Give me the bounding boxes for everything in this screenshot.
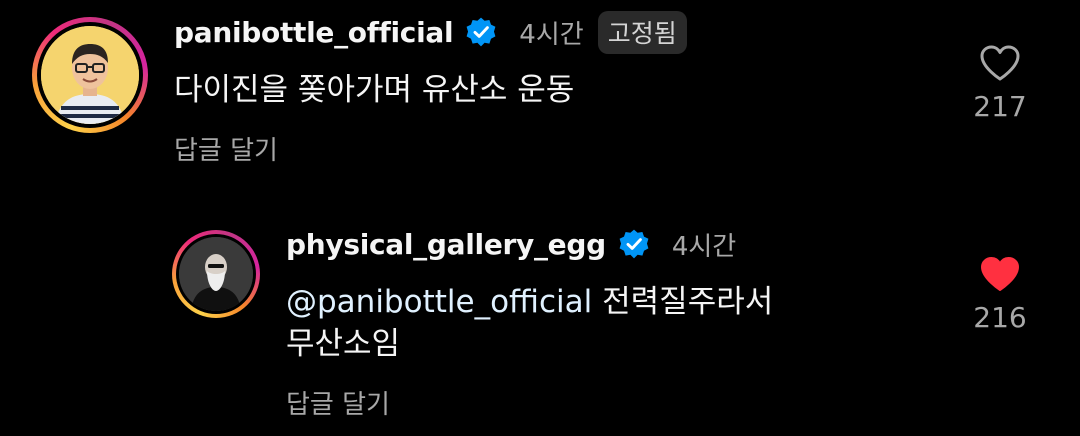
username[interactable]: panibottle_official — [174, 16, 454, 49]
reply-comment-item: physical_gallery_egg 4시간 @panibottle_off… — [0, 200, 1080, 436]
comment-text-line-2: 무산소임 — [286, 326, 401, 362]
comment-time: 4시간 — [671, 231, 737, 262]
reply-button[interactable]: 답글 달기 — [286, 384, 390, 421]
like-count: 217 — [973, 90, 1027, 123]
story-ring[interactable] — [32, 17, 148, 133]
verified-badge-icon — [466, 17, 496, 47]
story-ring[interactable] — [172, 230, 260, 318]
heart-filled-icon[interactable] — [979, 255, 1021, 293]
like-count: 216 — [973, 301, 1027, 334]
comment-text: 다이진을 쫒아가며 유산소 운동 — [174, 72, 575, 108]
reply-button[interactable]: 답글 달기 — [174, 130, 278, 167]
pinned-badge: 고정됨 — [597, 10, 687, 54]
comment-time: 4시간 — [519, 19, 584, 50]
person-glasses-avatar-icon — [41, 26, 139, 124]
bearded-man-avatar-icon — [179, 237, 253, 311]
comment-text: 전력질주라서 — [592, 284, 774, 320]
comment-item: panibottle_official 4시간 고정됨 다이진을 쫒아가며 유산… — [0, 0, 1080, 200]
verified-badge-icon — [619, 229, 649, 259]
username[interactable]: physical_gallery_egg — [286, 228, 606, 261]
heart-outline-icon[interactable] — [979, 44, 1021, 82]
comment-text-line-1: @panibottle_official 전력질주라서 — [286, 282, 773, 323]
avatar[interactable] — [179, 237, 253, 311]
mention-link[interactable]: @panibottle_official — [286, 284, 592, 320]
avatar[interactable] — [41, 26, 139, 124]
